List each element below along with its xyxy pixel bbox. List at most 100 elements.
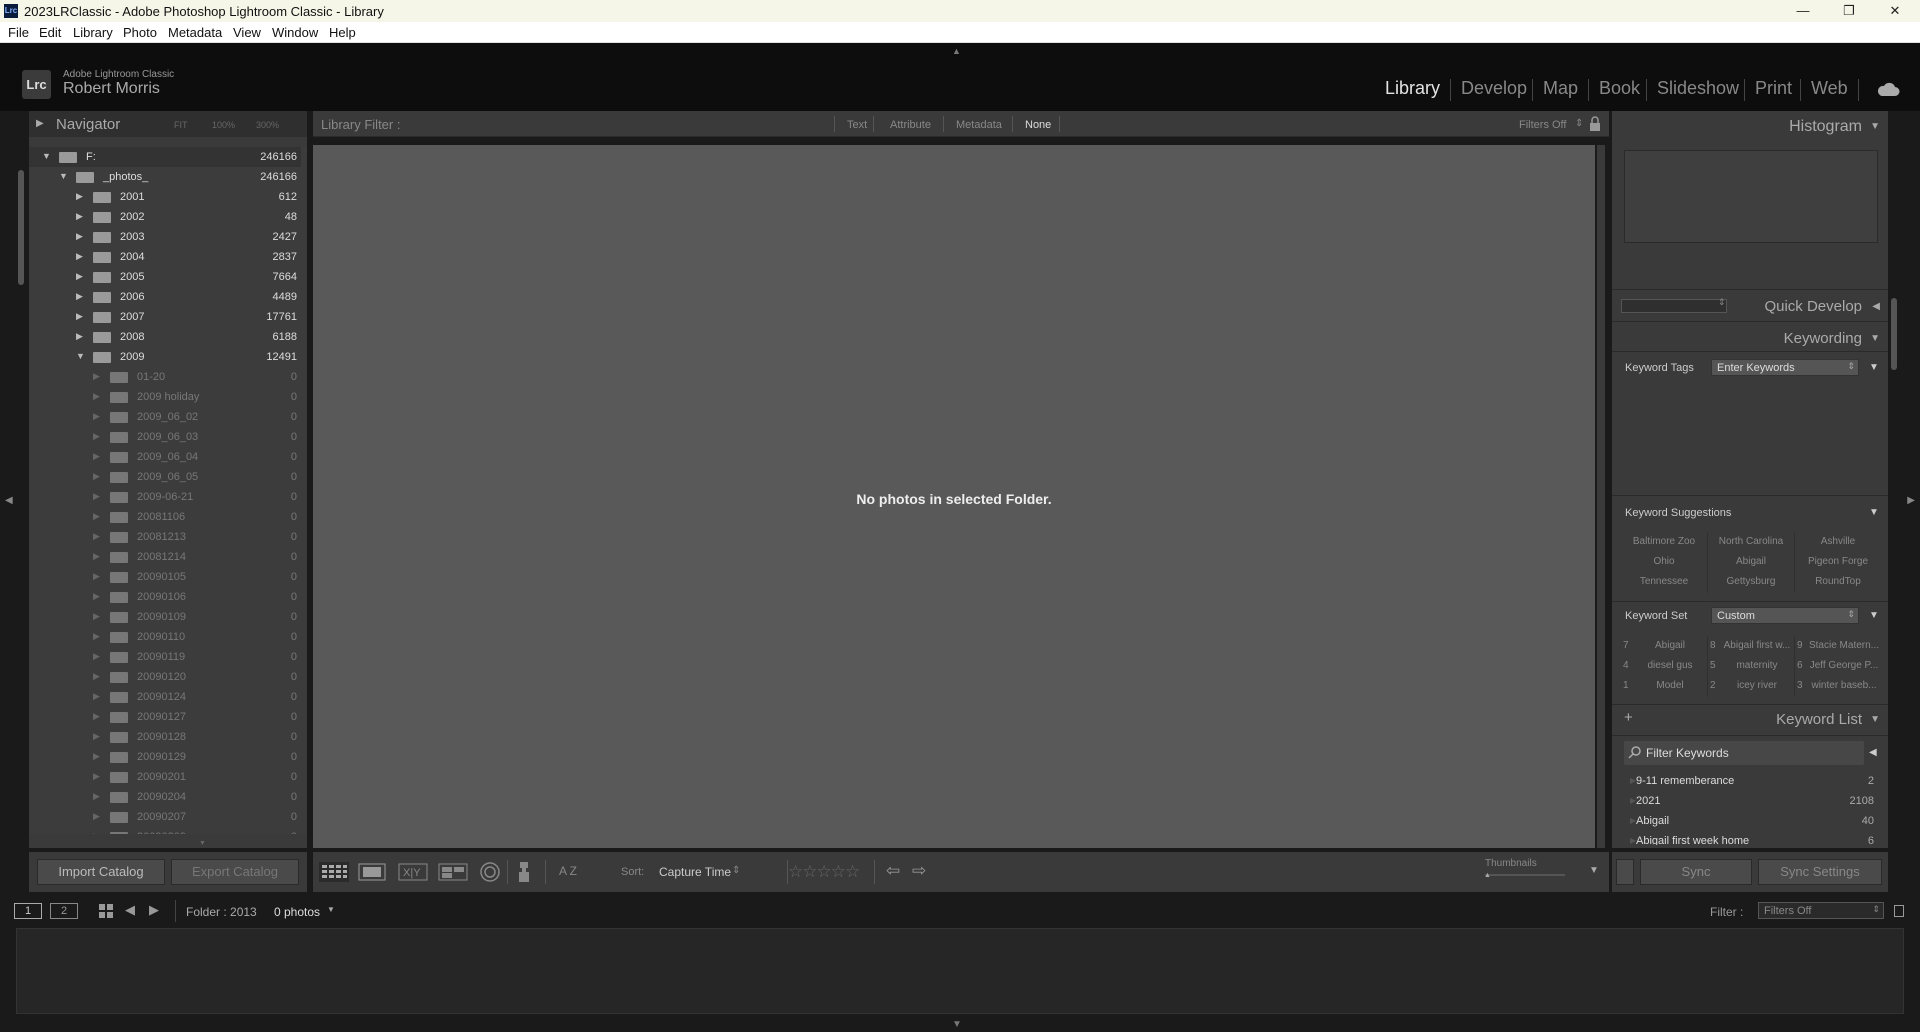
compare-view-icon[interactable]: X|Y <box>398 863 428 881</box>
photo-count-dropdown-icon[interactable]: ▼ <box>327 905 335 914</box>
survey-view-icon[interactable] <box>438 863 468 881</box>
zoom-100[interactable]: 100% <box>212 120 235 130</box>
collapse-filmstrip-icon[interactable]: ▼ <box>952 1019 962 1030</box>
menu-library[interactable]: Library <box>73 25 113 40</box>
expand-folder-icon[interactable]: ▶ <box>76 331 83 342</box>
expand-folder-icon[interactable]: ▶ <box>93 531 100 542</box>
keyword-suggestion[interactable]: Abigail <box>1708 556 1794 567</box>
expand-folder-icon[interactable]: ▶ <box>93 771 100 782</box>
expand-folder-icon[interactable]: ▶ <box>93 811 100 822</box>
thumbnail-size-slider[interactable] <box>1485 874 1565 876</box>
expand-folder-icon[interactable]: ▶ <box>76 271 83 282</box>
expand-folder-icon[interactable]: ▶ <box>76 251 83 262</box>
zoom-300[interactable]: 300% <box>256 120 279 130</box>
expand-folder-icon[interactable]: ▶ <box>93 471 100 482</box>
thumbnail-slider-handle[interactable]: ▲ <box>1484 872 1491 879</box>
minimize-button[interactable]: — <box>1780 0 1826 22</box>
folder-row[interactable]: ▶ 20090109 0 <box>29 607 301 627</box>
keyword-tags-textarea[interactable] <box>1622 383 1878 479</box>
expand-folder-icon[interactable]: ▶ <box>93 791 100 802</box>
expand-folder-icon[interactable]: ▶ <box>93 731 100 742</box>
keywording-collapse-icon[interactable]: ▼ <box>1870 333 1880 344</box>
folder-row[interactable]: ▶ 20090204 0 <box>29 787 301 807</box>
expand-folder-icon[interactable]: ▶ <box>93 391 100 402</box>
keyword-list-title[interactable]: Keyword List <box>1612 711 1888 728</box>
filter-keywords-input[interactable]: Filter Keywords <box>1624 741 1864 765</box>
close-button[interactable]: ✕ <box>1872 0 1918 22</box>
keyword-list-collapse-icon[interactable]: ▼ <box>1870 714 1880 725</box>
keyword-suggestion[interactable]: Baltimore Zoo <box>1621 536 1707 547</box>
folder-row[interactable]: ▼ _photos_ 246166 <box>29 167 301 187</box>
folder-row[interactable]: ▶ 01-20 0 <box>29 367 301 387</box>
filmstrip-lock-icon[interactable] <box>1894 905 1904 917</box>
expand-folder-icon[interactable]: ▶ <box>93 611 100 622</box>
grid-view[interactable]: No photos in selected Folder. <box>313 145 1595 848</box>
rating-stars[interactable]: ☆☆☆☆☆ <box>788 862 860 882</box>
folder-row[interactable]: ▶ 2004 2837 <box>29 247 301 267</box>
expand-folder-icon[interactable]: ▶ <box>93 571 100 582</box>
menu-view[interactable]: View <box>233 25 261 40</box>
module-slideshow[interactable]: Slideshow <box>1657 78 1739 99</box>
folder-row[interactable]: ▶ 20090105 0 <box>29 567 301 587</box>
folder-row[interactable]: ▶ 2009_06_02 0 <box>29 407 301 427</box>
folder-row[interactable]: ▶ 20090209 0 <box>29 827 301 834</box>
filter-tab-none[interactable]: None <box>1025 119 1051 131</box>
filter-preset-dropdown[interactable]: Filters Off <box>1519 119 1566 131</box>
expand-folder-icon[interactable]: ▶ <box>76 231 83 242</box>
keyword-tags-menu-icon[interactable]: ▼ <box>1869 362 1879 373</box>
folder-row[interactable]: ▶ 2002 48 <box>29 207 301 227</box>
expand-folder-icon[interactable]: ▶ <box>93 491 100 502</box>
keyword-set-menu-icon[interactable]: ▼ <box>1869 610 1879 621</box>
keyword-set-item[interactable]: Stacie Matern... <box>1807 640 1881 651</box>
module-web[interactable]: Web <box>1811 78 1848 99</box>
expand-folder-icon[interactable]: ▶ <box>93 551 100 562</box>
folder-row[interactable]: ▶ 20090119 0 <box>29 647 301 667</box>
expand-folder-icon[interactable]: ▶ <box>93 711 100 722</box>
folder-row[interactable]: ▼ 2009 12491 <box>29 347 301 367</box>
back-icon[interactable]: ◀ <box>125 902 135 918</box>
expand-folder-icon[interactable]: ▶ <box>93 831 100 834</box>
expand-folder-icon[interactable]: ▶ <box>93 451 100 462</box>
keyword-set-item[interactable]: diesel gus <box>1633 660 1707 671</box>
folder-row[interactable]: ▶ 2009_06_03 0 <box>29 427 301 447</box>
keyword-set-item[interactable]: maternity <box>1720 660 1794 671</box>
sync-settings-button[interactable]: Sync Settings <box>1758 859 1882 885</box>
folder-row[interactable]: ▶ 20081106 0 <box>29 507 301 527</box>
photo-count[interactable]: 0 photos <box>274 905 320 919</box>
filter-keywords-clear-icon[interactable]: ◀ <box>1869 747 1877 758</box>
keyword-set-item[interactable]: Abigail <box>1633 640 1707 651</box>
import-catalog-button[interactable]: Import Catalog <box>37 859 165 885</box>
collapse-left-panel-icon[interactable]: ◀ <box>5 495 13 506</box>
expand-folder-icon[interactable]: ▶ <box>93 751 100 762</box>
lock-icon[interactable] <box>1589 116 1601 132</box>
sort-direction-icon[interactable]: A Z <box>559 864 577 878</box>
filter-tab-metadata[interactable]: Metadata <box>956 119 1002 131</box>
expand-folder-icon[interactable]: ▶ <box>76 291 83 302</box>
keyword-suggestion[interactable]: Gettysburg <box>1708 576 1794 587</box>
keyword-suggestion[interactable]: RoundTop <box>1795 576 1881 587</box>
histogram-collapse-icon[interactable]: ▼ <box>1870 121 1880 132</box>
expand-folder-icon[interactable]: ▶ <box>93 431 100 442</box>
painter-icon[interactable] <box>517 861 531 883</box>
expand-folder-icon[interactable]: ▶ <box>93 671 100 682</box>
sort-dropdown-arrows-icon[interactable]: ⇕ <box>732 865 740 876</box>
keyword-list-item[interactable]: ▶ 9-11 rememberance 2 <box>1624 772 1880 792</box>
module-map[interactable]: Map <box>1543 78 1578 99</box>
menu-window[interactable]: Window <box>272 25 318 40</box>
folder-row[interactable]: ▶ 2009_06_05 0 <box>29 467 301 487</box>
forward-icon[interactable]: ▶ <box>149 902 159 918</box>
keyword-list-item[interactable]: ▶ Abigail 40 <box>1624 812 1880 832</box>
keyword-set-item[interactable]: Model <box>1633 680 1707 691</box>
main-window-button[interactable]: 1 <box>14 903 42 919</box>
scroll-down-icon[interactable]: ▼ <box>199 840 206 847</box>
loupe-view-icon[interactable] <box>358 863 386 881</box>
folder-row[interactable]: ▶ 20090207 0 <box>29 807 301 827</box>
keyword-suggestion[interactable]: Tennessee <box>1621 576 1707 587</box>
folder-row[interactable]: ▶ 20090129 0 <box>29 747 301 767</box>
folder-row[interactable]: ▶ 2007 17761 <box>29 307 301 327</box>
expand-folder-icon[interactable]: ▶ <box>93 691 100 702</box>
expand-folder-icon[interactable]: ▶ <box>76 191 83 202</box>
folder-row[interactable]: ▼ F: 246166 <box>29 147 301 167</box>
secondary-window-button[interactable]: 2 <box>50 903 78 919</box>
filter-preset-arrows-icon[interactable]: ⇕ <box>1575 118 1583 129</box>
